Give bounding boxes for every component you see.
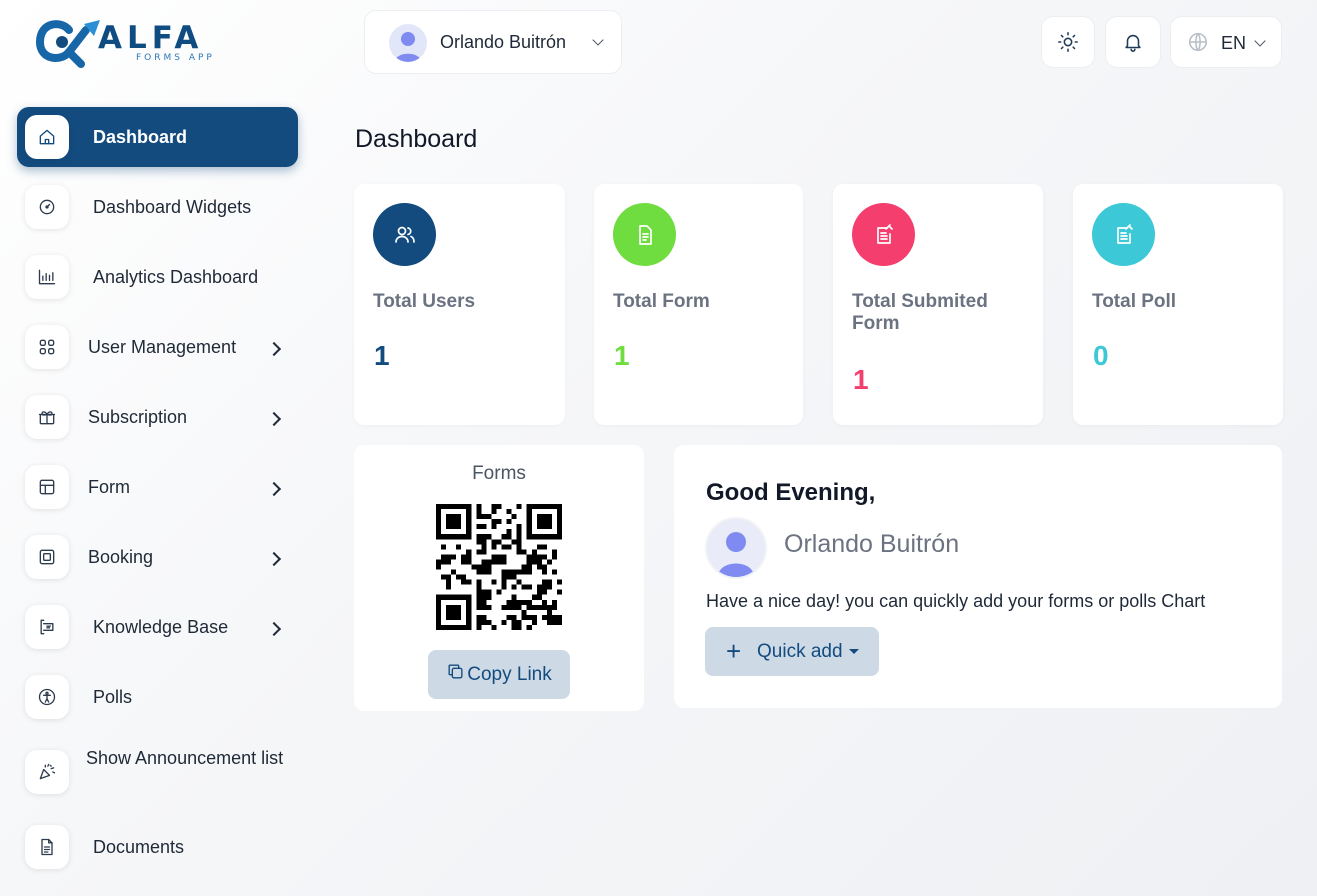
caret-down-icon <box>849 649 859 654</box>
notifications-button[interactable] <box>1105 16 1161 68</box>
sidebar-item-label: Booking <box>88 546 154 567</box>
stat-card-total-users[interactable]: Total Users 1 <box>354 184 565 425</box>
sidebar-item-label: Show Announcement list <box>86 748 284 768</box>
sidebar-item-knowledge-base[interactable]: Knowledge Base <box>17 597 298 657</box>
confetti-icon <box>25 750 69 794</box>
file-edit-icon <box>852 203 915 266</box>
sidebar-item-analytics-dashboard[interactable]: Analytics Dashboard <box>17 247 298 307</box>
chevron-down-icon <box>592 34 604 46</box>
sidebar-item-label: Dashboard <box>93 126 188 147</box>
chevron-down-icon <box>1254 35 1266 47</box>
book-icon <box>25 605 69 649</box>
theme-toggle-button[interactable] <box>1041 16 1095 68</box>
sidebar-item-label: Dashboard Widgets <box>93 196 252 217</box>
quick-add-button[interactable]: + Quick add <box>705 627 879 676</box>
greeting-title: Good Evening, <box>706 479 876 506</box>
grid-icon <box>25 325 69 369</box>
forms-card: Forms Copy Link <box>354 445 644 711</box>
alfa-logo[interactable]: ALFA FORMS APP <box>36 16 236 72</box>
user-menu-button[interactable]: Orlando Buitrón <box>364 10 622 74</box>
users-icon <box>373 203 436 266</box>
chevron-right-icon <box>266 341 282 357</box>
qr-code-icon[interactable] <box>436 504 562 630</box>
avatar <box>705 517 767 579</box>
sidebar-item-polls[interactable]: Polls <box>17 667 298 727</box>
chevron-right-icon <box>266 551 282 567</box>
sidebar-item-booking[interactable]: Booking <box>17 527 298 587</box>
home-icon <box>25 115 69 159</box>
greeting-message: Have a nice day! you can quickly add you… <box>706 591 1206 611</box>
sidebar: Dashboard Dashboard Widgets Analytics Da… <box>17 107 298 887</box>
sidebar-item-user-management[interactable]: User Management <box>17 317 298 377</box>
avatar <box>389 24 427 62</box>
bell-icon <box>1125 34 1141 52</box>
sidebar-item-label: Analytics Dashboard <box>93 266 259 287</box>
chevron-right-icon <box>266 621 282 637</box>
square-icon <box>25 535 69 579</box>
sidebar-item-label: Subscription <box>88 406 188 427</box>
sidebar-item-label: Documents <box>93 836 185 857</box>
sidebar-item-label: User Management <box>88 336 237 357</box>
gauge-icon <box>25 185 69 229</box>
copy-link-button[interactable]: Copy Link <box>428 650 570 699</box>
stat-label: Total Submited Form <box>852 291 988 334</box>
globe-icon <box>1188 32 1208 52</box>
stat-label: Total Poll <box>1092 291 1177 312</box>
chevron-right-icon <box>266 411 282 427</box>
gift-icon <box>25 395 69 439</box>
language-value: EN <box>1221 33 1247 53</box>
sidebar-item-announcements[interactable]: Show Announcement list <box>17 737 298 807</box>
stat-value: 0 <box>1093 340 1109 371</box>
header-user-name: Orlando Buitrón <box>440 32 567 52</box>
chevron-right-icon <box>266 481 282 497</box>
sidebar-item-dashboard-widgets[interactable]: Dashboard Widgets <box>17 177 298 237</box>
sidebar-item-subscription[interactable]: Subscription <box>17 387 298 447</box>
stat-value: 1 <box>374 340 390 371</box>
user-avatar-icon <box>395 32 421 62</box>
sidebar-item-documents[interactable]: Documents <box>17 817 298 877</box>
quick-add-label: Quick add <box>757 641 843 662</box>
stat-label: Total Form <box>613 291 710 312</box>
bar-chart-icon <box>25 255 69 299</box>
language-select[interactable]: EN <box>1170 16 1282 68</box>
table-icon <box>25 465 69 509</box>
logo-tagline: FORMS APP <box>136 53 215 63</box>
stat-label: Total Users <box>373 291 476 312</box>
poll-icon <box>1092 203 1155 266</box>
greeting-user-name: Orlando Buitrón <box>784 530 960 558</box>
sidebar-item-label: Knowledge Base <box>93 616 229 637</box>
stat-card-total-form[interactable]: Total Form 1 <box>594 184 803 425</box>
sidebar-item-label: Polls <box>93 686 133 707</box>
document-icon <box>25 825 69 869</box>
logo-name: ALFA <box>98 20 204 56</box>
accessibility-icon <box>25 675 69 719</box>
plus-icon: + <box>726 636 742 666</box>
copy-icon <box>448 664 463 679</box>
stat-card-total-poll[interactable]: Total Poll 0 <box>1073 184 1283 425</box>
sun-icon <box>1058 32 1078 52</box>
stat-value: 1 <box>853 364 869 395</box>
stat-card-total-submitted-form[interactable]: Total Submited Form 1 <box>833 184 1043 425</box>
user-avatar-icon <box>718 532 754 577</box>
logo-mark-icon <box>36 20 100 68</box>
forms-card-title: Forms <box>472 463 526 484</box>
greeting-card: Good Evening, Orlando Buitrón Have a nic… <box>674 445 1282 708</box>
stat-value: 1 <box>614 340 630 371</box>
sidebar-item-label: Form <box>88 476 130 497</box>
sidebar-item-form[interactable]: Form <box>17 457 298 517</box>
copy-link-label: Copy Link <box>467 663 552 685</box>
page-title: Dashboard <box>355 125 478 153</box>
sidebar-item-dashboard[interactable]: Dashboard <box>17 107 298 167</box>
file-text-icon <box>613 203 676 266</box>
